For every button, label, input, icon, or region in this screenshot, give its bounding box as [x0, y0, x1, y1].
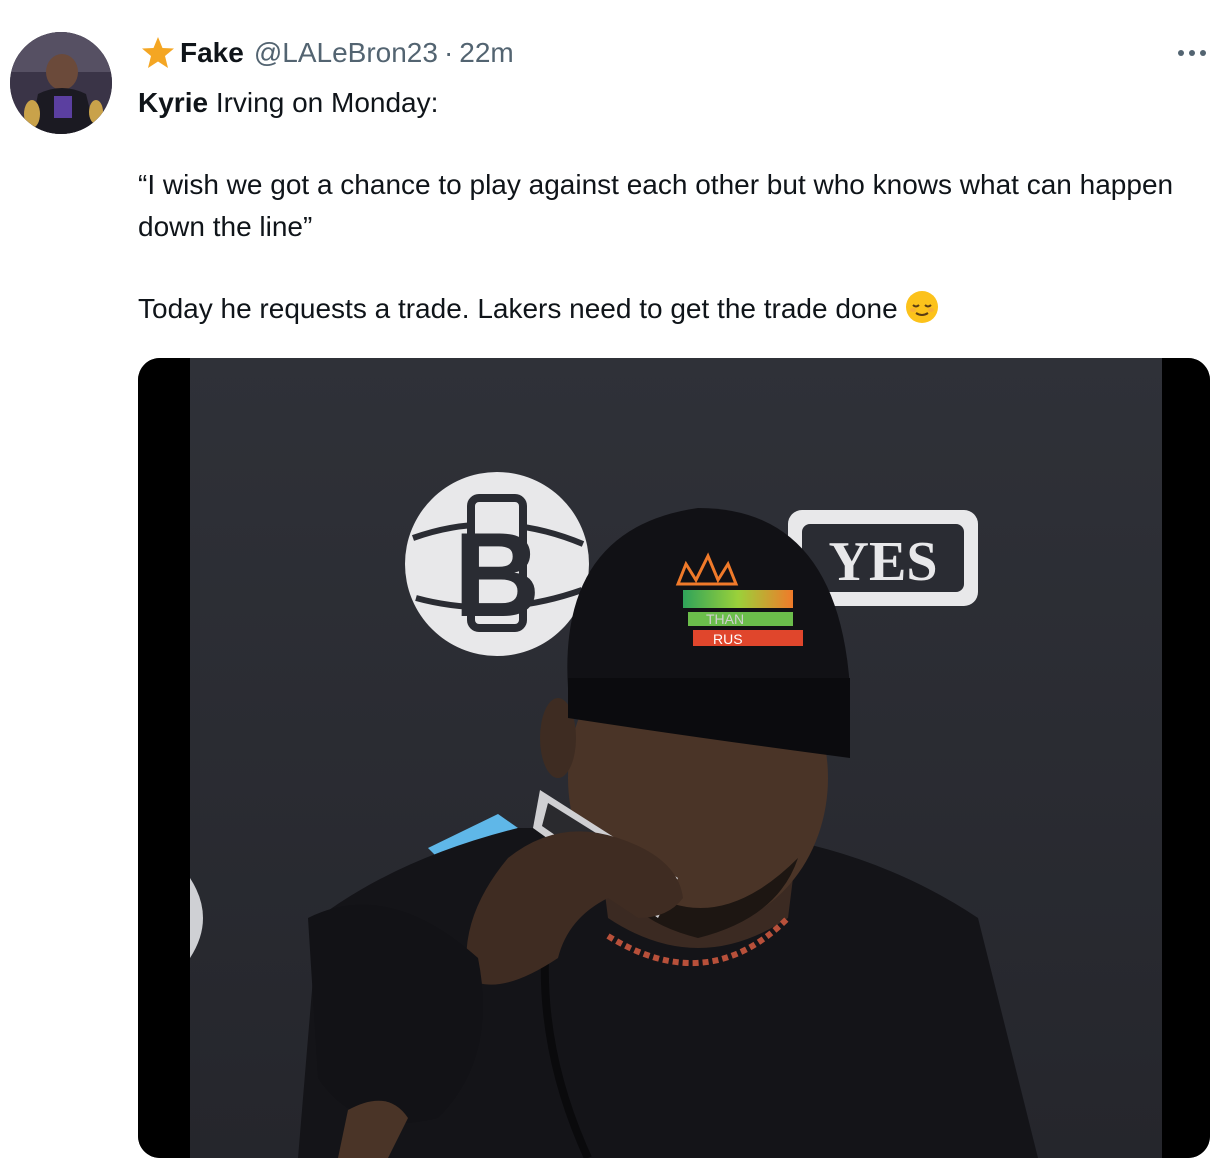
- yes-logo-text: YES: [829, 531, 938, 593]
- nets-logo-letter: B: [454, 508, 541, 642]
- tweet-timestamp[interactable]: 22m: [459, 37, 513, 69]
- avatar-image: [10, 32, 112, 134]
- tweet-text-line3-content: Today he requests a trade. Lakers need t…: [138, 293, 898, 324]
- cap-text-bottom: RUS: [713, 631, 743, 647]
- tweet-text-rest: Irving on Monday:: [208, 87, 439, 118]
- relieved-face-emoji-icon: [905, 291, 938, 323]
- tweet-body: Kyrie Irving on Monday: “I wish we got a…: [138, 82, 1208, 330]
- more-options-icon[interactable]: [1172, 38, 1212, 68]
- tweet-text-line1: Kyrie Irving on Monday:: [138, 82, 1208, 124]
- tweet-header: Fake @LALeBron23 · 22m: [140, 34, 514, 72]
- author-avatar[interactable]: [10, 32, 112, 134]
- header-separator: ·: [443, 37, 454, 68]
- tweet-text-bold: Kyrie: [138, 87, 209, 118]
- star-icon: [142, 37, 174, 68]
- nets-logo: B: [405, 472, 589, 656]
- tweet-text-line3: Today he requests a trade. Lakers need t…: [138, 288, 1208, 330]
- tweet-quote: “I wish we got a chance to play against …: [138, 169, 1174, 242]
- author-name[interactable]: Fake: [180, 37, 244, 69]
- media-frame: B YES THAN RUS: [138, 358, 1210, 1158]
- author-handle[interactable]: @LALeBron23: [254, 37, 438, 69]
- tweet-media-video[interactable]: B YES THAN RUS: [138, 358, 1210, 1158]
- cap-text-top: THAN: [706, 611, 744, 627]
